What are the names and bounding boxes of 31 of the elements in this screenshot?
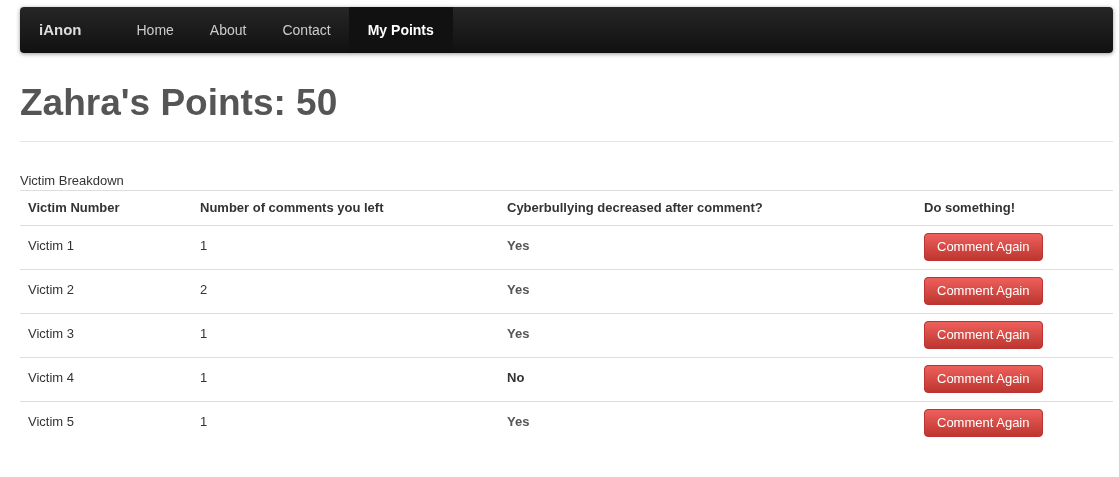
table-cell: Victim 5 (28, 414, 74, 429)
column-header: Victim Number (28, 200, 120, 216)
column-header: Do something! (924, 200, 1015, 216)
table-cell: 1 (200, 414, 208, 429)
table-cell: 1 (200, 370, 208, 385)
table-cell: Yes (507, 326, 530, 341)
comment-again-button[interactable]: Comment Again (924, 233, 1043, 261)
nav-tab[interactable]: About (191, 7, 265, 53)
column-header: Cyberbullying decreased after comment? (507, 200, 763, 216)
table-caption: Victim Breakdown (20, 172, 124, 190)
table-cell: Victim 2 (28, 282, 74, 297)
comment-again-button[interactable]: Comment Again (924, 277, 1043, 305)
nav-tab[interactable]: Home (118, 7, 192, 53)
comment-again-button[interactable]: Comment Again (924, 321, 1043, 349)
table-cell: 1 (200, 238, 208, 253)
comment-again-button[interactable]: Comment Again (924, 365, 1043, 393)
table-cell: 1 (200, 326, 208, 341)
table-cell: No (507, 370, 525, 385)
column-header: Number of comments you left (200, 200, 384, 216)
table-cell: Victim 3 (28, 326, 74, 341)
table-cell: Yes (507, 238, 530, 253)
table-cell: Yes (507, 282, 530, 297)
page-heading: Zahra's Points: 50 (20, 81, 339, 125)
table-cell: Victim 4 (28, 370, 74, 385)
comment-again-button[interactable]: Comment Again (924, 409, 1043, 437)
table-cell: Victim 1 (28, 238, 74, 253)
nav-tab[interactable]: Contact (264, 7, 349, 53)
table-cell: 2 (200, 282, 208, 297)
brand-link[interactable]: iAnon (39, 7, 119, 53)
nav-tab[interactable]: My Points (348, 7, 453, 53)
table-cell: Yes (507, 414, 530, 429)
